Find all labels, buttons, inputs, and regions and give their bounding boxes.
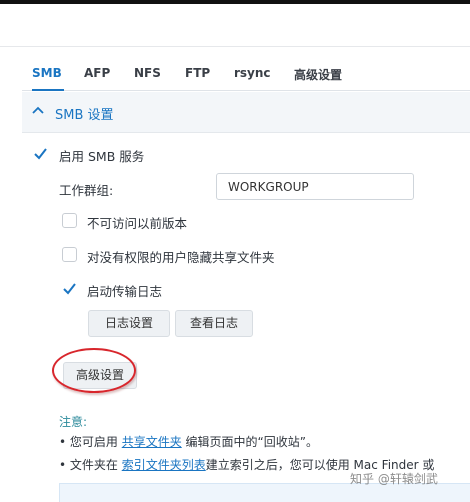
workgroup-input[interactable]: WORKGROUP — [216, 173, 414, 200]
chevron-up-icon — [32, 106, 44, 114]
hide-shared-folders-label: 对没有权限的用户隐藏共享文件夹 — [87, 250, 275, 265]
transfer-log-checkbox[interactable] — [62, 281, 77, 296]
header-area — [0, 4, 470, 47]
active-tab-indicator — [32, 89, 64, 91]
tab-smb[interactable]: SMB — [32, 66, 62, 80]
note-line-1-suffix: 编辑页面中的“回收站”。 — [181, 435, 318, 449]
watermark: 知乎 @轩辕剑武 — [350, 472, 438, 486]
disable-previous-versions-checkbox[interactable] — [62, 213, 77, 228]
index-folder-list-link[interactable]: 索引文件夹列表 — [122, 458, 206, 472]
section-header[interactable]: SMB 设置 — [22, 92, 470, 133]
checkmark-icon — [34, 148, 47, 160]
note-line-1: • 您可启用 共享文件夹 编辑页面中的“回收站”。 — [59, 433, 318, 450]
log-settings-button[interactable]: 日志设置 — [88, 310, 170, 337]
section-title: SMB 设置 — [55, 108, 114, 123]
tab-ftp[interactable]: FTP — [185, 66, 210, 80]
transfer-log-label: 启动传输日志 — [87, 284, 163, 299]
view-log-button[interactable]: 查看日志 — [175, 310, 253, 337]
note-title: 注意: — [59, 415, 88, 429]
tab-nfs[interactable]: NFS — [134, 66, 161, 80]
tab-rsync[interactable]: rsync — [234, 66, 271, 80]
hide-shared-folders-checkbox[interactable] — [62, 247, 77, 262]
enable-smb-label: 启用 SMB 服务 — [59, 149, 145, 164]
workgroup-label: 工作群组: — [59, 183, 114, 198]
disable-previous-versions-label: 不可访问以前版本 — [87, 216, 188, 231]
enable-smb-checkbox[interactable] — [33, 146, 48, 161]
checkmark-icon — [63, 283, 76, 295]
note-line-1-prefix: • 您可启用 — [59, 435, 122, 449]
shared-folder-link[interactable]: 共享文件夹 — [122, 435, 182, 449]
tab-advanced[interactable]: 高级设置 — [294, 66, 342, 83]
smb-settings-panel: SMB 设置 启用 SMB 服务 工作群组: WORKGROUP 不可访问以前版… — [22, 92, 470, 502]
tab-bar: SMB AFP NFS FTP rsync 高级设置 — [22, 58, 470, 91]
red-annotation-circle — [52, 348, 136, 393]
note-line-2-prefix: • 文件夹在 — [59, 458, 122, 472]
tab-afp[interactable]: AFP — [84, 66, 110, 80]
